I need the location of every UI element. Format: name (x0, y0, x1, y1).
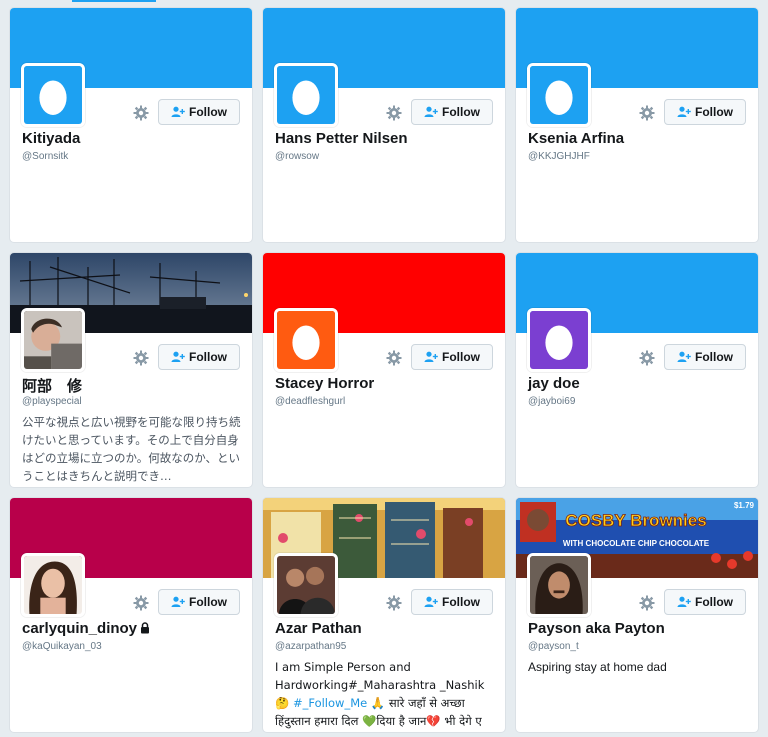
follow-label: Follow (695, 350, 733, 364)
gear-icon[interactable] (637, 348, 657, 368)
user-handle[interactable]: @Sornsitk (22, 151, 68, 162)
user-name[interactable]: Hans Petter Nilsen (275, 130, 495, 147)
follow-label: Follow (442, 105, 480, 119)
user-handle[interactable]: @deadfleshgurl (275, 396, 345, 407)
user-handle[interactable]: @rowsow (275, 151, 319, 162)
avatar[interactable] (274, 308, 338, 372)
user-handle[interactable]: @jayboi69 (528, 396, 575, 407)
user-bio: I am Simple Person and Hardworking#_Maha… (275, 658, 497, 732)
follow-label: Follow (695, 595, 733, 609)
user-handle[interactable]: @payson_t (528, 641, 579, 652)
add-user-icon (677, 351, 691, 363)
banner-title: COSBY Brownies (565, 511, 706, 530)
user-handle[interactable]: @azarpathan95 (275, 641, 346, 652)
add-user-icon (424, 596, 438, 608)
add-user-icon (171, 106, 185, 118)
active-tab-indicator (72, 0, 156, 2)
follow-button[interactable]: Follow (411, 589, 493, 615)
gear-icon[interactable] (637, 103, 657, 123)
user-card[interactable]: Follow Azar Pathan @azarpathan95 I am Si… (262, 497, 506, 733)
user-card[interactable]: Follow Ksenia Arfina @KKJGHJHF (515, 7, 759, 243)
follow-label: Follow (695, 105, 733, 119)
banner-price: $1.79 (734, 501, 755, 510)
avatar[interactable] (21, 553, 85, 617)
user-handle[interactable]: @kaQuikayan_03 (22, 641, 102, 652)
user-card[interactable]: Follow jay doe @jayboi69 (515, 252, 759, 488)
avatar[interactable] (21, 308, 85, 372)
follow-label: Follow (189, 105, 227, 119)
avatar[interactable] (527, 63, 591, 127)
user-name[interactable]: carlyquin_dinoy (22, 620, 137, 637)
user-card[interactable]: Follow Hans Petter Nilsen @rowsow (262, 7, 506, 243)
follow-label: Follow (189, 595, 227, 609)
add-user-icon (424, 351, 438, 363)
follow-button[interactable]: Follow (664, 344, 746, 370)
user-name-row[interactable]: carlyquin_dinoy (22, 620, 242, 638)
add-user-icon (424, 106, 438, 118)
user-name[interactable]: jay doe (528, 375, 748, 392)
gear-icon[interactable] (131, 348, 151, 368)
hashtag-link[interactable]: #_Follow_Me (293, 696, 367, 710)
user-handle[interactable]: @playspecial (22, 396, 82, 407)
gear-icon[interactable] (384, 348, 404, 368)
user-handle[interactable]: @KKJGHJHF (528, 151, 590, 162)
user-name[interactable]: Ksenia Arfina (528, 130, 748, 147)
follow-label: Follow (442, 595, 480, 609)
add-user-icon (171, 596, 185, 608)
user-card[interactable]: Follow 阿部 修 @playspecial 公平な視点と広い視野を可能な限… (9, 252, 253, 488)
banner-subtitle: WITH CHOCOLATE CHIP CHOCOLATE (563, 539, 710, 548)
follow-button[interactable]: Follow (664, 99, 746, 125)
follow-button[interactable]: Follow (664, 589, 746, 615)
gear-icon[interactable] (131, 593, 151, 613)
user-name[interactable]: Payson aka Payton (528, 620, 748, 637)
follow-button[interactable]: Follow (158, 344, 240, 370)
follow-button[interactable]: Follow (158, 589, 240, 615)
avatar[interactable] (527, 308, 591, 372)
avatar[interactable] (527, 553, 591, 617)
gear-icon[interactable] (637, 593, 657, 613)
user-name[interactable]: Kitiyada (22, 130, 242, 147)
gear-icon[interactable] (384, 593, 404, 613)
follow-label: Follow (189, 350, 227, 364)
follow-button[interactable]: Follow (411, 344, 493, 370)
add-user-icon (677, 596, 691, 608)
avatar[interactable] (274, 63, 338, 127)
user-bio: Aspiring stay at home dad (528, 660, 667, 674)
follow-button[interactable]: Follow (411, 99, 493, 125)
user-name[interactable]: Azar Pathan (275, 620, 495, 637)
add-user-icon (171, 351, 185, 363)
user-name[interactable]: 阿部 修 (22, 375, 242, 396)
follow-label: Follow (442, 350, 480, 364)
gear-icon[interactable] (384, 103, 404, 123)
user-bio: 公平な視点と広い視野を可能な限り持ち続けたいと思っています。その上で自分自身はど… (22, 415, 241, 483)
follow-button[interactable]: Follow (158, 99, 240, 125)
user-name[interactable]: Stacey Horror (275, 375, 495, 392)
gear-icon[interactable] (131, 103, 151, 123)
lock-icon (140, 621, 150, 638)
user-card[interactable]: Follow carlyquin_dinoy @kaQuikayan_03 (9, 497, 253, 733)
add-user-icon (677, 106, 691, 118)
user-card[interactable]: Follow Kitiyada @Sornsitk (9, 7, 253, 243)
user-card[interactable]: COSBY Brownies WITH CHOCOLATE CHIP CHOCO… (515, 497, 759, 733)
user-card[interactable]: Follow Stacey Horror @deadfleshgurl (262, 252, 506, 488)
avatar[interactable] (274, 553, 338, 617)
avatar[interactable] (21, 63, 85, 127)
